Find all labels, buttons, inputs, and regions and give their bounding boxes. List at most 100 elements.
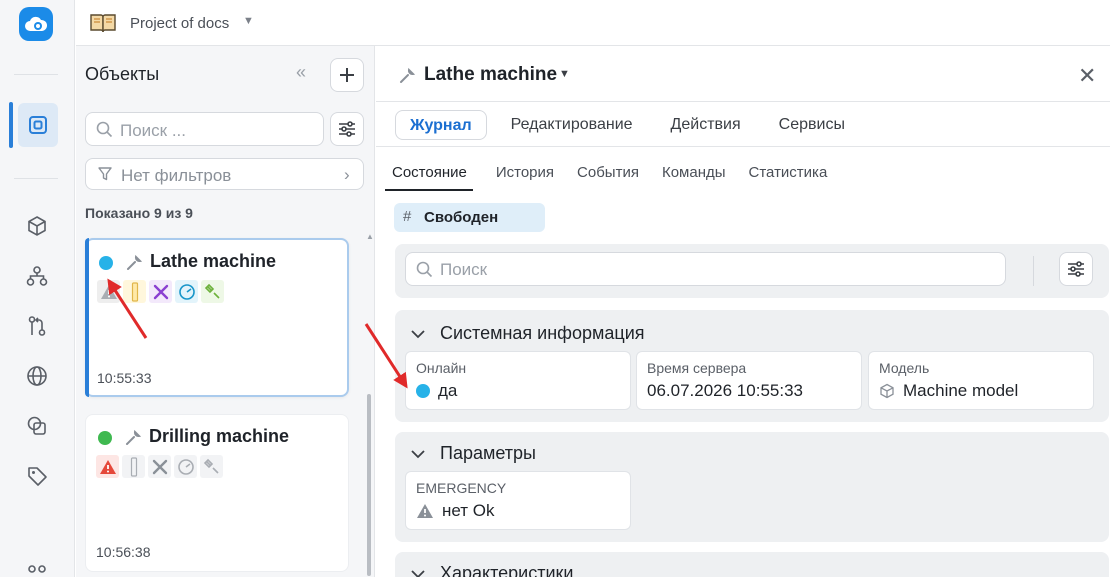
subtab-events[interactable]: События [577, 164, 639, 191]
parameters-section: Параметры EMERGENCY нет Ok [395, 432, 1109, 542]
sliders-icon [1068, 261, 1084, 277]
wrench-icon [124, 429, 142, 452]
section-title[interactable]: Системная информация [440, 323, 645, 344]
tools-icon [148, 455, 171, 478]
status-label: Свободен [424, 209, 499, 226]
field-label: Онлайн [416, 360, 467, 376]
online-status-dot [98, 431, 112, 445]
status-badge[interactable]: # Свободен [394, 203, 545, 232]
caret-down-icon[interactable]: ▼ [559, 68, 570, 80]
tower-light-icon [122, 455, 145, 478]
field-label: Модель [879, 360, 930, 376]
field-emergency: EMERGENCY нет Ok [405, 471, 631, 530]
wrench-icon [398, 67, 416, 90]
emergency-value: нет Ok [442, 501, 495, 520]
wrench-icon [125, 254, 143, 277]
panel-title: Объекты [85, 64, 160, 84]
rail-divider [14, 178, 58, 179]
field-label: EMERGENCY [416, 480, 507, 496]
online-status-dot [99, 256, 113, 270]
sub-tabs: Состояние История События Команды Статис… [385, 164, 850, 191]
funnel-icon [98, 167, 112, 186]
field-value: Machine model [879, 381, 1018, 401]
hierarchy-icon[interactable] [20, 259, 54, 293]
plug-icon [201, 280, 224, 303]
caret-down-icon[interactable]: ▼ [243, 15, 254, 27]
filter-settings-button[interactable] [330, 112, 364, 146]
object-card-drilling[interactable]: Drilling machine 10:56:38 [85, 414, 349, 572]
tower-light-icon [123, 280, 146, 303]
subtab-history[interactable]: История [496, 164, 554, 191]
filter-settings-button[interactable] [1059, 252, 1093, 286]
plus-icon [340, 68, 354, 82]
objects-search-input[interactable]: Поиск ... [85, 112, 324, 146]
gauge-icon [175, 280, 198, 303]
object-time: 10:55:33 [97, 370, 152, 386]
section-title[interactable]: Параметры [440, 443, 536, 464]
subtab-state[interactable]: Состояние [385, 164, 473, 191]
tab-edit[interactable]: Редактирование [497, 110, 647, 140]
globe-icon[interactable] [20, 359, 54, 393]
close-icon[interactable]: ✕ [1078, 63, 1096, 89]
top-bar: Project of docs ▼ [76, 0, 1110, 46]
tab-actions[interactable]: Действия [657, 110, 755, 140]
scroll-up-icon[interactable]: ▲ [366, 232, 374, 241]
online-status-dot [416, 384, 430, 398]
rail-divider [14, 74, 58, 75]
shown-count: Показано 9 из 9 [85, 205, 193, 221]
online-value: да [438, 381, 458, 400]
gauge-icon [174, 455, 197, 478]
chevron-down-icon[interactable] [395, 552, 435, 577]
add-object-button[interactable] [330, 58, 364, 92]
left-nav-rail [0, 0, 75, 577]
characteristics-section: Характеристики [395, 552, 1109, 577]
tag-icon[interactable] [20, 459, 54, 493]
object-name: Lathe machine [150, 251, 277, 271]
field-model: Модель Machine model [868, 351, 1094, 410]
field-value: да [416, 381, 457, 401]
tab-journal[interactable]: Журнал [395, 110, 487, 140]
divider [376, 101, 1110, 102]
git-compare-icon[interactable] [20, 309, 54, 343]
state-search-input[interactable]: Поиск [405, 252, 1006, 286]
plug-icon [200, 455, 223, 478]
field-server-time: Время сервера 06.07.2026 10:55:33 [636, 351, 862, 410]
object-card-lathe[interactable]: Lathe machine 10:55:33 [85, 238, 349, 397]
tab-services[interactable]: Сервисы [765, 110, 859, 140]
sliders-icon [339, 121, 355, 137]
system-info-section: Системная информация Онлайн да Время сер… [395, 310, 1109, 422]
object-name: Drilling machine [149, 426, 290, 446]
state-search-bar: Поиск [395, 244, 1109, 298]
section-title[interactable]: Характеристики [440, 563, 573, 577]
field-label: Время сервера [647, 360, 747, 376]
divider [376, 146, 1110, 147]
model-value[interactable]: Machine model [903, 381, 1018, 401]
warning-icon [417, 504, 433, 518]
object-indicators [97, 280, 224, 303]
main-tabs: Журнал Редактирование Действия Сервисы [395, 110, 869, 140]
object-indicators [96, 455, 223, 478]
shapes-icon[interactable] [20, 409, 54, 443]
list-scrollbar[interactable]: ▲ [366, 232, 374, 577]
search-icon [416, 261, 433, 283]
warning-icon [96, 455, 119, 478]
chevron-right-icon: › [344, 165, 350, 184]
scroll-thumb[interactable] [367, 394, 371, 576]
book-icon [89, 12, 117, 39]
settings-nodes-icon[interactable] [20, 557, 54, 577]
chevron-down-icon[interactable] [395, 432, 435, 476]
search-placeholder: Поиск [440, 260, 488, 279]
warning-icon [97, 280, 120, 303]
object-detail-panel: Lathe machine ▼ ✕ Журнал Редактирование … [376, 46, 1110, 577]
subtab-commands[interactable]: Команды [662, 164, 726, 191]
app-logo-icon[interactable] [19, 7, 53, 41]
project-name[interactable]: Project of docs [130, 15, 229, 32]
detail-title[interactable]: Lathe machine [424, 64, 557, 86]
cube-icon[interactable] [20, 209, 54, 243]
subtab-statistics[interactable]: Статистика [749, 164, 828, 191]
objects-nav-icon[interactable] [18, 103, 58, 147]
active-indicator [9, 102, 13, 148]
tools-icon [149, 280, 172, 303]
filters-dropdown[interactable]: Нет фильтров › [85, 158, 364, 190]
collapse-panel-icon[interactable]: « [296, 62, 306, 83]
